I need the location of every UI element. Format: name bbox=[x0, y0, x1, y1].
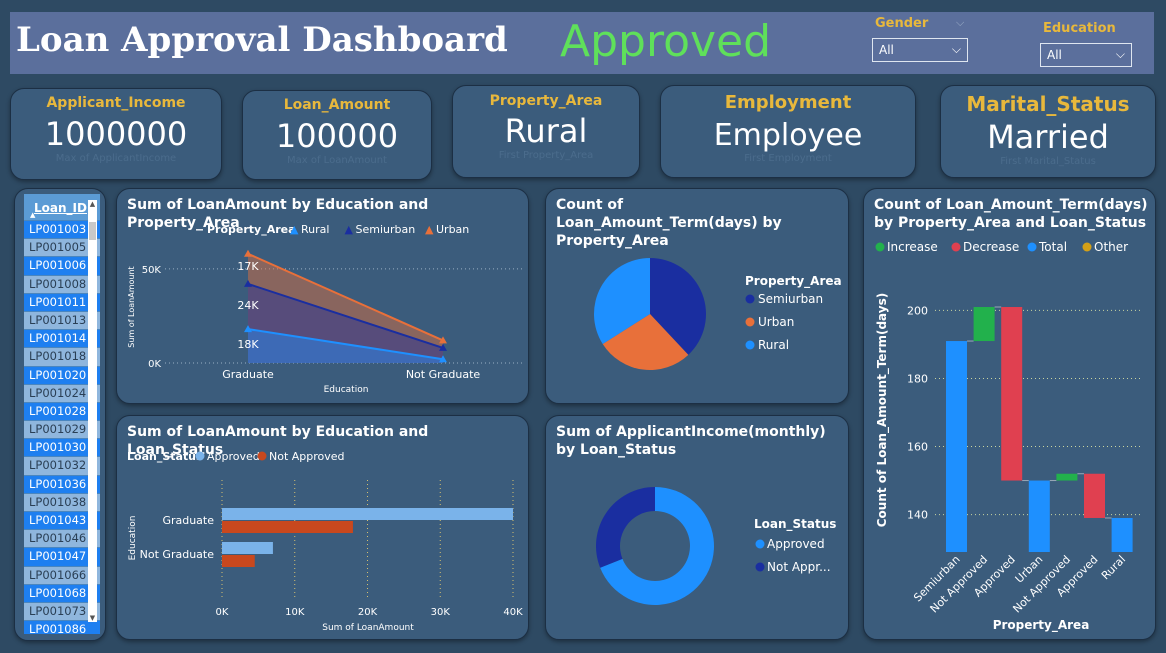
education-slicer-label: Education bbox=[1043, 21, 1116, 36]
scroll-down-icon[interactable]: ▼ bbox=[88, 614, 97, 622]
sort-ascending-icon: ▲ bbox=[30, 211, 36, 219]
kpi-caption: Max of LoanAmount bbox=[287, 155, 387, 166]
gender-dropdown[interactable]: All ⌵ bbox=[872, 38, 968, 62]
dashboard-title: Loan Approval Dashboard bbox=[16, 20, 508, 60]
chart-title: Sum of LoanAmount by Education and Prope… bbox=[127, 197, 429, 231]
kpi-caption: Max of ApplicantIncome bbox=[55, 153, 177, 164]
gender-dropdown-value: All bbox=[879, 43, 894, 57]
kpi-card-applicant-income: Applicant_Income 1000000 Max of Applican… bbox=[10, 88, 222, 180]
pie-chart-panel: Count of Loan_Amount_Term(days) by Prope… bbox=[545, 188, 849, 404]
kpi-label: Property_Area bbox=[489, 93, 603, 109]
kpi-caption: First Marital_Status bbox=[1000, 156, 1096, 167]
kpi-caption: First Employment bbox=[744, 153, 832, 164]
kpi-value: 1000000 bbox=[44, 115, 188, 153]
kpi-value: Rural bbox=[504, 112, 588, 150]
dashboard-header: Loan Approval Dashboard Approved Gender … bbox=[10, 12, 1154, 74]
collapse-chevron-icon[interactable]: ⌵ bbox=[956, 16, 964, 30]
kpi-value: Married bbox=[987, 118, 1109, 156]
scrollbar-thumb[interactable] bbox=[89, 222, 96, 240]
chart-title: Count of Loan_Amount_Term(days) by Prope… bbox=[874, 197, 1148, 231]
chevron-down-icon: ⌵ bbox=[951, 42, 961, 56]
kpi-card-property-area: Property_Area Rural First Property_Area bbox=[452, 85, 640, 178]
kpi-caption: First Property_Area bbox=[498, 150, 594, 161]
kpi-card-marital-status: Marital_Status Married First Marital_Sta… bbox=[940, 85, 1156, 178]
chart-title: Sum of ApplicantIncome(monthly) by Loan_… bbox=[556, 424, 826, 458]
chevron-down-icon: ⌵ bbox=[1115, 47, 1125, 61]
kpi-value: 100000 bbox=[275, 117, 399, 155]
gender-slicer-label: Gender bbox=[875, 16, 929, 31]
kpi-value: Employee bbox=[713, 118, 863, 153]
bar-chart-panel: Sum of LoanAmount by Education and Loan_… bbox=[116, 415, 529, 640]
chart-title: Sum of LoanAmount by Education and Loan_… bbox=[127, 424, 429, 458]
chart-title: Count of Loan_Amount_Term(days) by Prope… bbox=[556, 197, 782, 249]
donut-chart-panel: Sum of ApplicantIncome(monthly) by Loan_… bbox=[545, 415, 849, 640]
education-dropdown[interactable]: All ⌵ bbox=[1040, 43, 1132, 67]
kpi-label: Employment bbox=[724, 92, 852, 113]
kpi-card-loan-amount: Loan_Amount 100000 Max of LoanAmount bbox=[242, 90, 432, 180]
education-dropdown-value: All bbox=[1047, 48, 1062, 62]
kpi-label: Applicant_Income bbox=[46, 95, 186, 111]
list-scrollbar[interactable]: ▲ ▼ bbox=[88, 200, 97, 622]
scroll-up-icon[interactable]: ▲ bbox=[88, 200, 97, 208]
kpi-label: Loan_Amount bbox=[283, 97, 391, 113]
area-chart-panel: Sum of LoanAmount by Education and Prope… bbox=[116, 188, 529, 404]
kpi-card-employment: Employment Employee First Employment bbox=[660, 85, 916, 178]
kpi-label: Marital_Status bbox=[966, 92, 1130, 116]
approval-status-title: Approved bbox=[560, 16, 772, 67]
waterfall-chart-panel: Count of Loan_Amount_Term(days) by Prope… bbox=[863, 188, 1156, 640]
loan-id-header-label: Loan_ID bbox=[34, 201, 87, 215]
list-item[interactable]: LP001086 bbox=[24, 620, 100, 634]
